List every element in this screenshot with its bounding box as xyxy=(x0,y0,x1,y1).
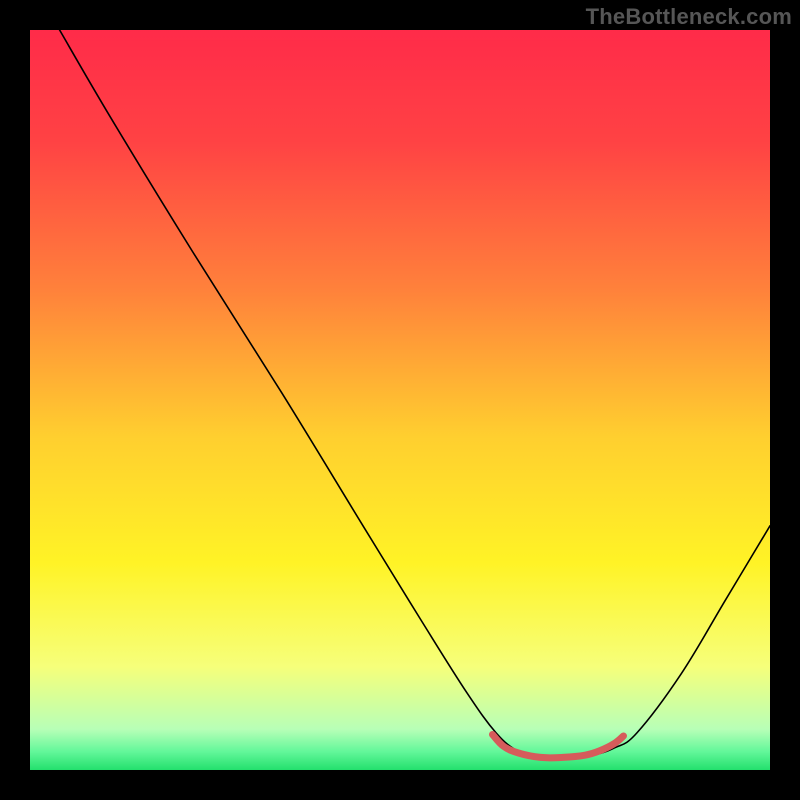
chart-background xyxy=(30,30,770,770)
watermark-text: TheBottleneck.com xyxy=(586,4,792,30)
chart-frame: TheBottleneck.com xyxy=(0,0,800,800)
chart-plot-area xyxy=(30,30,770,770)
chart-svg xyxy=(30,30,770,770)
